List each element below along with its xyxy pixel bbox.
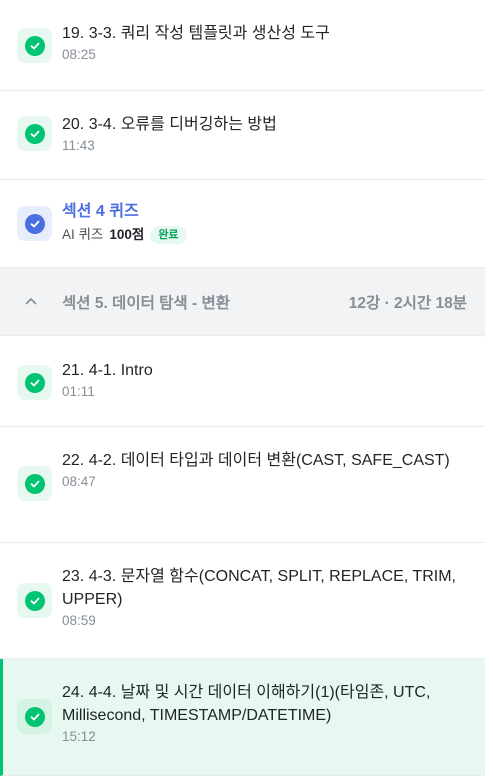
- lecture-duration: 01:11: [62, 384, 95, 399]
- section-title: 섹션 5. 데이터 탐색 - 변환: [62, 295, 230, 312]
- quiz-title: 섹션 4 퀴즈: [62, 203, 139, 220]
- lecture-item[interactable]: 21. 4-1. Intro 01:11: [0, 337, 485, 427]
- lecture-title: 19. 3-3. 쿼리 작성 템플릿과 생산성 도구: [62, 25, 330, 42]
- quiz-label: AI 퀴즈: [62, 227, 104, 242]
- chevron-up-icon[interactable]: [24, 294, 38, 308]
- curriculum-list: 19. 3-3. 쿼리 작성 템플릿과 생산성 도구 08:25 20. 3-4…: [0, 0, 485, 776]
- lecture-item-current[interactable]: 24. 4-4. 날짜 및 시간 데이터 이해하기(1)(타임존, UTC, M…: [0, 659, 485, 776]
- lecture-title: 24. 4-4. 날짜 및 시간 데이터 이해하기(1)(타임존, UTC, M…: [62, 684, 431, 724]
- lecture-status-badge: [17, 116, 52, 151]
- lecture-item[interactable]: 22. 4-2. 데이터 타입과 데이터 변환(CAST, SAFE_CAST)…: [0, 427, 485, 543]
- lecture-status-badge: [17, 365, 52, 400]
- quiz-item[interactable]: 섹션 4 퀴즈 AI 퀴즈 100점 완료: [0, 180, 485, 268]
- scrollbar-track[interactable]: [486, 0, 493, 776]
- lecture-title: 20. 3-4. 오류를 디버깅하는 방법: [62, 116, 277, 133]
- lecture-status-badge: [17, 583, 52, 618]
- check-circle-icon: [24, 123, 45, 144]
- section-header[interactable]: 섹션 5. 데이터 탐색 - 변환 12강 · 2시간 18분: [0, 268, 485, 336]
- lecture-title: 23. 4-3. 문자열 함수(CONCAT, SPLIT, REPLACE, …: [62, 568, 456, 608]
- quiz-status-badge: [17, 206, 52, 241]
- lecture-item[interactable]: 20. 3-4. 오류를 디버깅하는 방법 11:43: [0, 91, 485, 180]
- lecture-status-badge: [17, 699, 52, 734]
- check-circle-icon: [24, 590, 45, 611]
- lecture-item[interactable]: 19. 3-3. 쿼리 작성 템플릿과 생산성 도구 08:25: [0, 0, 485, 91]
- quiz-score: 100점: [109, 227, 145, 242]
- lecture-item[interactable]: 23. 4-3. 문자열 함수(CONCAT, SPLIT, REPLACE, …: [0, 543, 485, 659]
- check-circle-icon: [24, 473, 45, 494]
- lecture-status-badge: [17, 466, 52, 501]
- lecture-status-badge: [17, 28, 52, 63]
- check-circle-icon: [24, 213, 45, 234]
- lecture-duration: 11:43: [62, 138, 95, 153]
- quiz-meta: AI 퀴즈 100점 완료: [62, 225, 473, 245]
- check-circle-icon: [24, 706, 45, 727]
- lecture-title: 21. 4-1. Intro: [62, 362, 153, 379]
- status-badge: 완료: [150, 226, 187, 244]
- lecture-duration: 08:59: [62, 613, 96, 628]
- section-meta: 12강 · 2시간 18분: [348, 295, 467, 312]
- lecture-duration: 15:12: [62, 729, 96, 744]
- lecture-title: 22. 4-2. 데이터 타입과 데이터 변환(CAST, SAFE_CAST): [62, 452, 450, 469]
- check-circle-icon: [24, 35, 45, 56]
- lecture-duration: 08:47: [62, 474, 96, 489]
- lecture-duration: 08:25: [62, 47, 96, 62]
- check-circle-icon: [24, 372, 45, 393]
